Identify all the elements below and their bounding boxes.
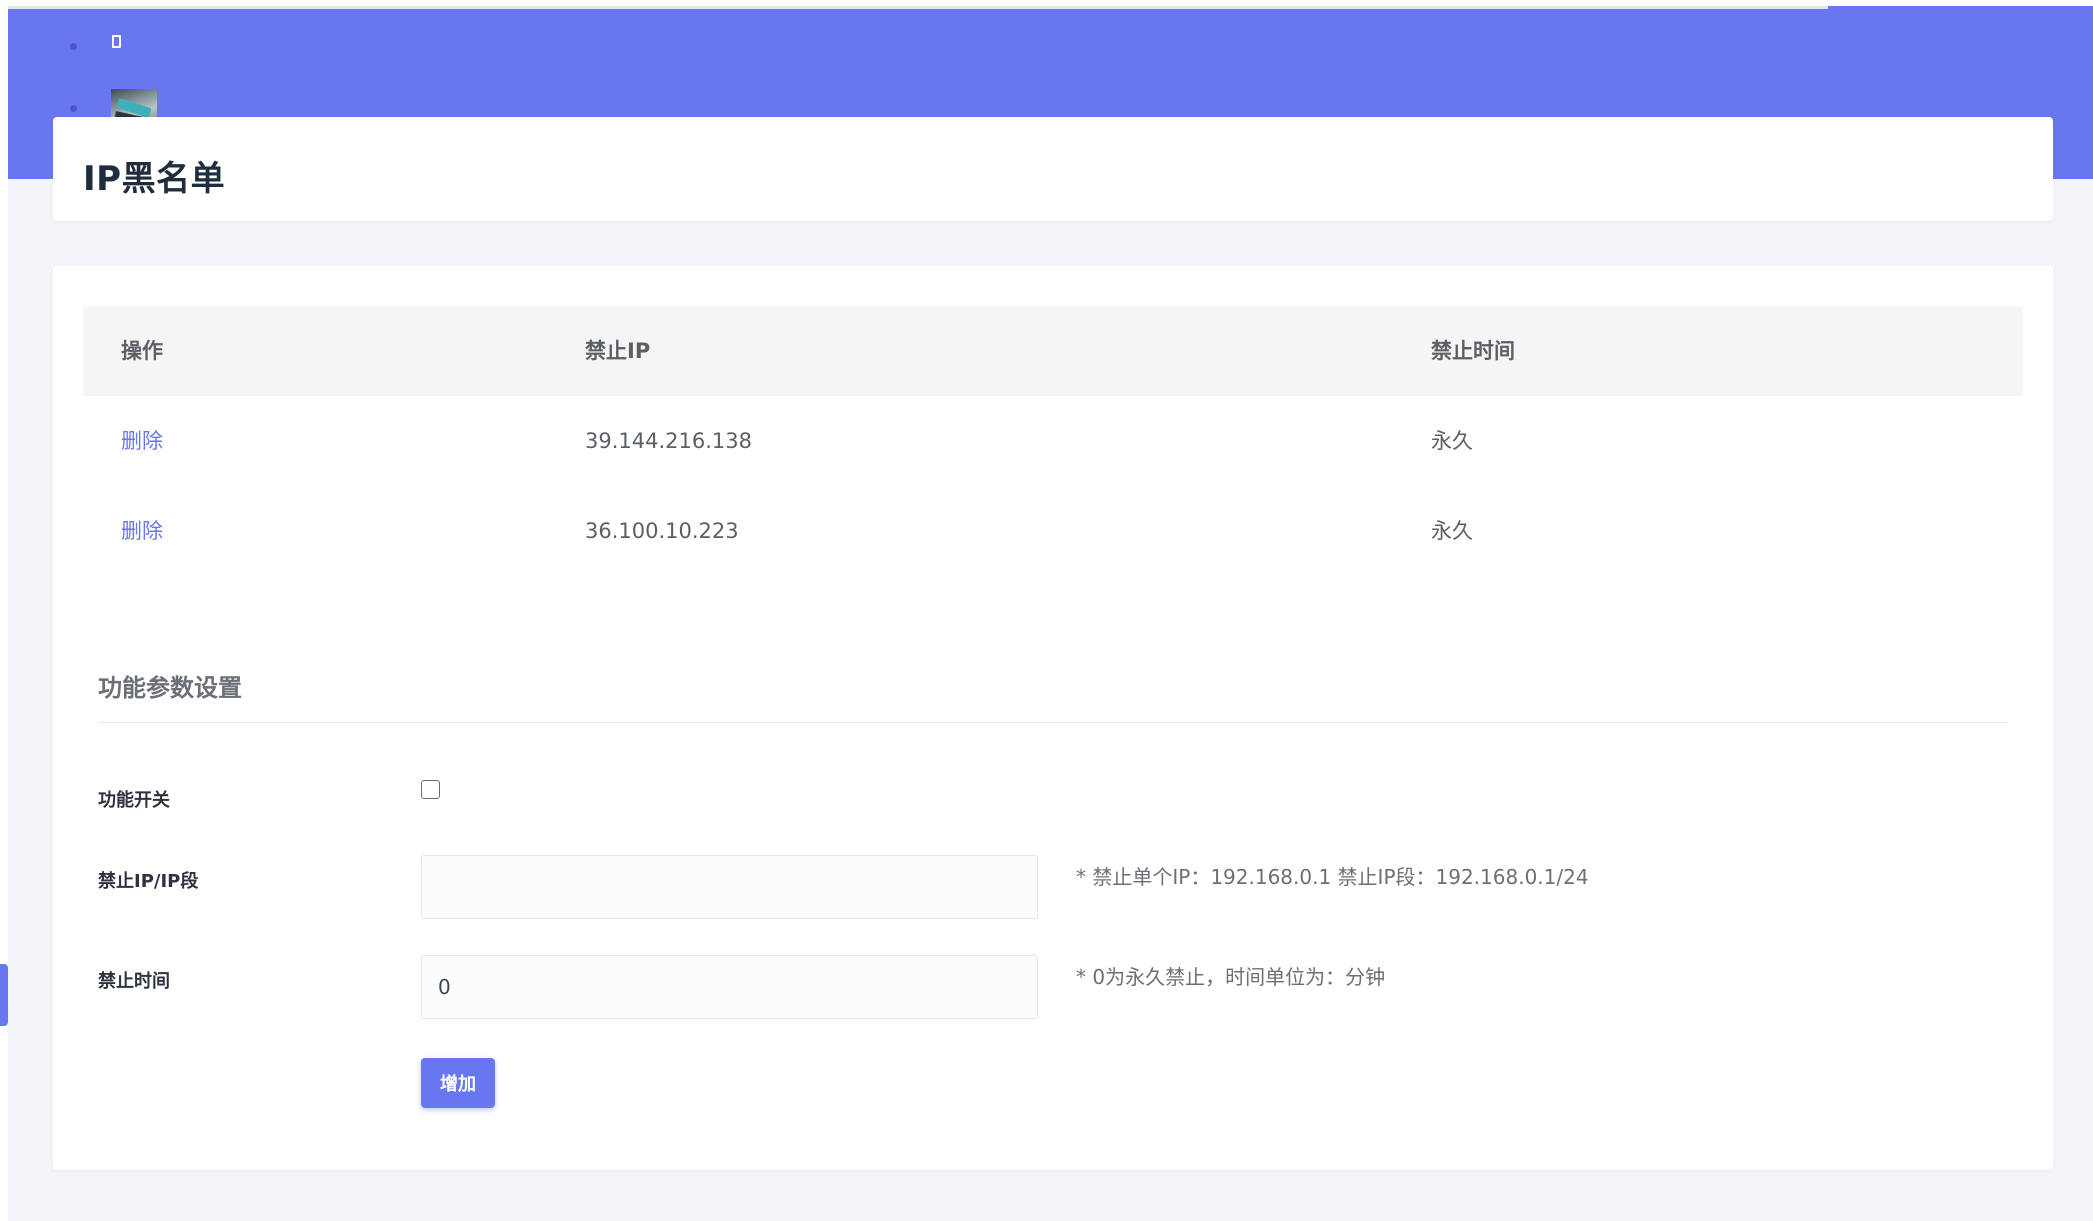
column-header-ip: 禁止IP [585, 339, 651, 363]
row-ip-cell: 36.100.10.223 [585, 519, 739, 543]
ip-input[interactable] [421, 855, 1038, 919]
row-action-cell: 删除 [121, 486, 163, 576]
feature-switch-checkbox[interactable] [421, 780, 440, 799]
delete-link[interactable]: 删除 [121, 429, 163, 453]
row-action-cell: 删除 [121, 396, 163, 486]
row-ip-cell: 39.144.216.138 [585, 429, 752, 453]
table-header: 操作 禁止IP 禁止时间 [83, 306, 2023, 396]
table-row: 删除 36.100.10.223 永久 [83, 486, 2023, 576]
table-row: 删除 39.144.216.138 永久 [83, 396, 2023, 486]
app-frame: IP黑名单 操作 禁止IP 禁止时间 删除 39.144.216.138 永久 … [8, 6, 2093, 1221]
nav-bullet [70, 105, 77, 112]
column-header-time: 禁止时间 [1431, 339, 1515, 363]
row-time-cell: 永久 [1431, 429, 1473, 453]
sidebar-toggle-icon[interactable] [112, 35, 121, 48]
add-button[interactable]: 增加 [421, 1058, 495, 1108]
top-progress-line [8, 6, 1828, 9]
ip-label: 禁止IP/IP段 [98, 871, 199, 892]
delete-link[interactable]: 删除 [121, 519, 163, 543]
time-input[interactable] [421, 955, 1038, 1019]
side-drawer-tab[interactable] [0, 964, 8, 1026]
time-hint: * 0为永久禁止，时间单位为：分钟 [1076, 965, 1386, 989]
main-card: 操作 禁止IP 禁止时间 删除 39.144.216.138 永久 删除 36.… [53, 266, 2053, 1170]
time-label: 禁止时间 [98, 971, 170, 992]
page-title-card: IP黑名单 [53, 117, 2053, 221]
switch-label: 功能开关 [98, 790, 170, 811]
ip-hint: * 禁止单个IP：192.168.0.1 禁止IP段：192.168.0.1/2… [1076, 865, 1589, 889]
blacklist-table: 操作 禁止IP 禁止时间 删除 39.144.216.138 永久 删除 36.… [83, 306, 2023, 576]
nav-bullet [70, 43, 77, 50]
section-divider [98, 722, 2008, 723]
column-header-action: 操作 [121, 339, 163, 363]
settings-section-title: 功能参数设置 [98, 674, 242, 702]
row-time-cell: 永久 [1431, 519, 1473, 543]
page-title: IP黑名单 [83, 159, 226, 199]
